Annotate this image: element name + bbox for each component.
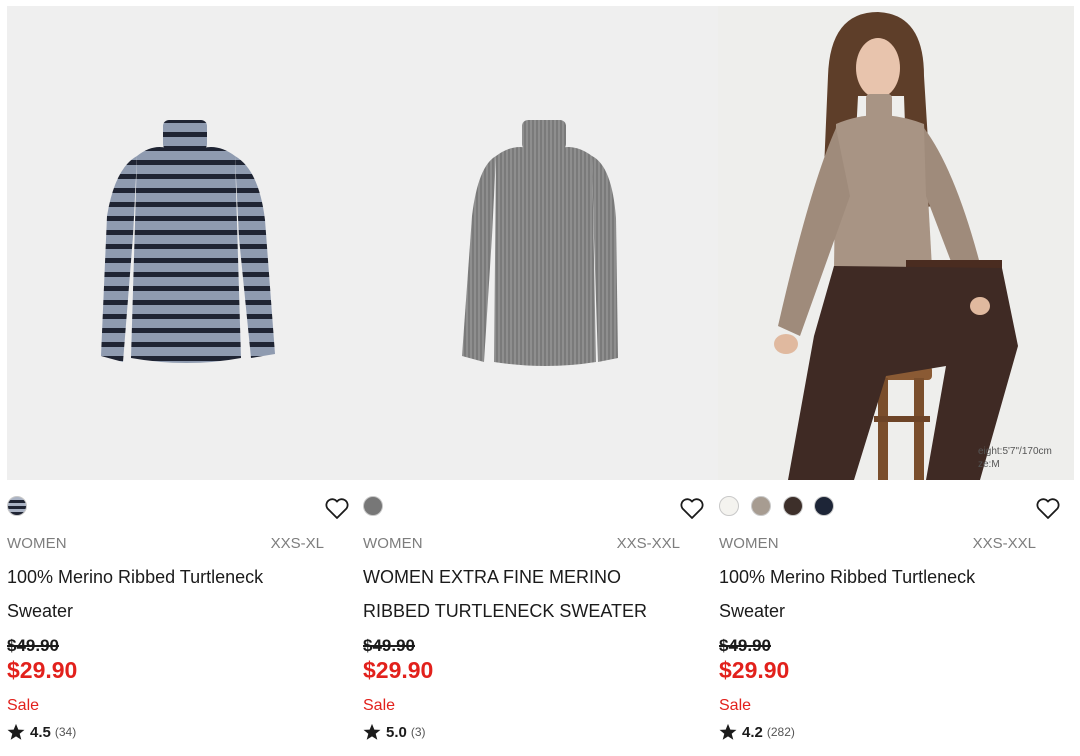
rating: 4.2 (282): [719, 722, 795, 742]
product-name[interactable]: WOMEN EXTRA FINE MERINO RIBBED TURTLENEC…: [363, 560, 683, 628]
model-size-caption: ze:M: [978, 459, 1000, 470]
color-swatch[interactable]: [719, 496, 739, 516]
size-range: XXS-XXL: [972, 535, 1036, 552]
sale-price: $29.90: [363, 657, 434, 683]
review-count[interactable]: (3): [411, 725, 426, 739]
color-swatch[interactable]: [751, 496, 771, 516]
color-swatch[interactable]: [363, 496, 383, 516]
sale-price: $29.90: [719, 657, 790, 683]
review-count[interactable]: (34): [55, 725, 76, 739]
striped-turtleneck-photo: [7, 6, 356, 480]
size-range: XXS-XL: [270, 535, 324, 552]
model-wearing-turtleneck-photo: eight:5'7"/170cm ze:M: [718, 6, 1074, 480]
favorite-heart-icon[interactable]: [679, 497, 705, 521]
model-height-caption: eight:5'7"/170cm: [978, 446, 1052, 457]
gray-turtleneck-photo: [356, 6, 718, 480]
gender-label: WOMEN: [7, 535, 67, 552]
star-icon: [719, 723, 737, 740]
sale-price: $29.90: [7, 657, 78, 683]
color-swatch[interactable]: [814, 496, 834, 516]
rating: 5.0 (3): [363, 722, 426, 742]
sale-flag: Sale: [7, 697, 40, 714]
rating-value: 4.5: [30, 723, 51, 741]
product-grid: WOMEN XXS-XL 100% Merino Ribbed Turtlene…: [0, 0, 1080, 756]
product-card[interactable]: WOMEN XXS-XL 100% Merino Ribbed Turtlene…: [0, 0, 356, 756]
size-range: XXS-XXL: [616, 535, 680, 552]
favorite-heart-icon[interactable]: [1035, 497, 1061, 521]
color-swatch[interactable]: [783, 496, 803, 516]
sale-flag: Sale: [363, 697, 396, 714]
rating-value: 4.2: [742, 723, 763, 741]
star-icon: [7, 723, 25, 740]
color-swatch[interactable]: [7, 496, 27, 516]
product-name[interactable]: 100% Merino Ribbed Turtleneck Sweater: [719, 560, 1039, 628]
original-price: $49.90: [719, 636, 771, 655]
product-image[interactable]: [7, 6, 356, 480]
product-image[interactable]: [356, 6, 718, 480]
product-card[interactable]: WOMEN XXS-XXL WOMEN EXTRA FINE MERINO RI…: [356, 0, 718, 756]
rating-value: 5.0: [386, 723, 407, 741]
original-price: $49.90: [7, 636, 59, 655]
product-card[interactable]: eight:5'7"/170cm ze:M WOMEN XXS-XXL 100%…: [712, 0, 1074, 756]
product-name[interactable]: 100% Merino Ribbed Turtleneck Sweater: [7, 560, 327, 628]
product-image[interactable]: eight:5'7"/170cm ze:M: [718, 6, 1074, 480]
sale-flag: Sale: [719, 697, 752, 714]
favorite-heart-icon[interactable]: [324, 497, 350, 521]
rating: 4.5 (34): [7, 722, 76, 742]
review-count[interactable]: (282): [767, 725, 795, 739]
original-price: $49.90: [363, 636, 415, 655]
gender-label: WOMEN: [719, 535, 779, 552]
star-icon: [363, 723, 381, 740]
gender-label: WOMEN: [363, 535, 423, 552]
